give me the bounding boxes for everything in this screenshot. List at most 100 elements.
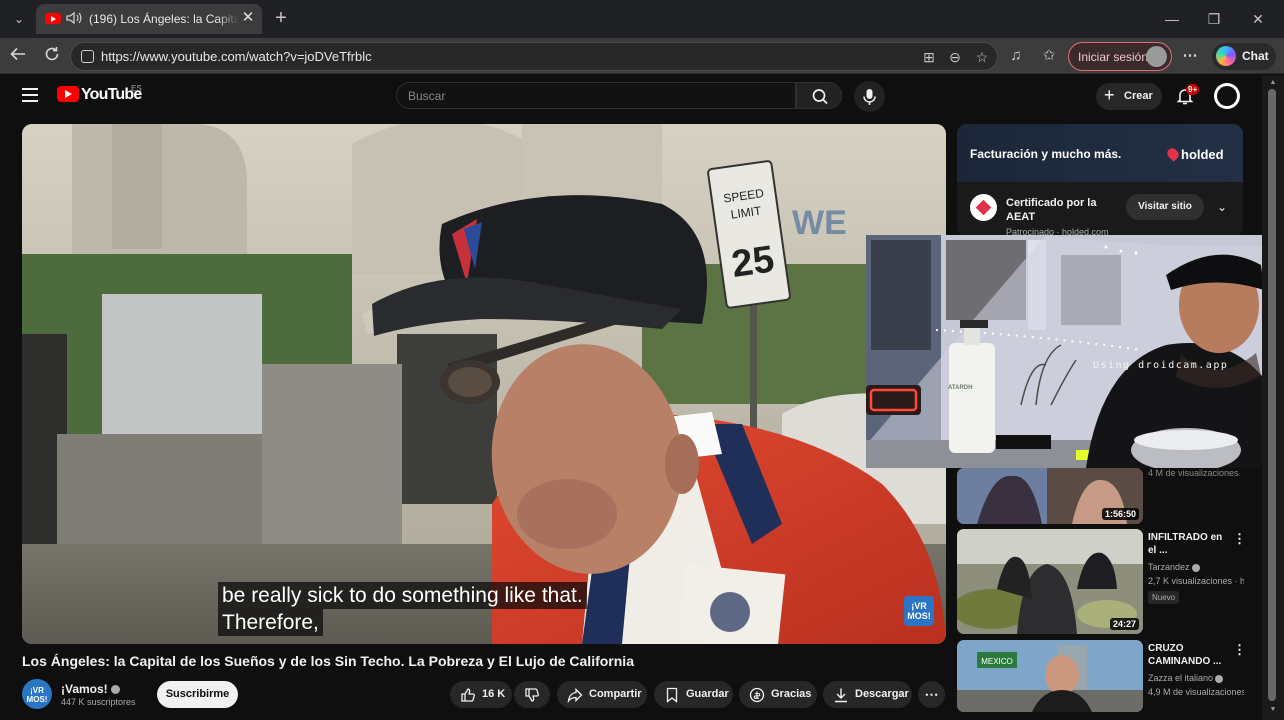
account-avatar[interactable] (1214, 83, 1240, 109)
video-player[interactable]: SPEED LIMIT 25 WE be really sick to do s… (22, 124, 946, 644)
search-input[interactable]: Buscar (396, 82, 796, 109)
page-scrollbar[interactable]: ▲ ▼ (1262, 75, 1284, 720)
voice-search-button[interactable] (854, 81, 885, 112)
address-bar[interactable]: https://www.youtube.com/watch?v=joDVeTfr… (70, 42, 998, 71)
scroll-down-icon[interactable]: ▼ (1268, 705, 1278, 715)
share-icon (567, 687, 583, 703)
video-frame-image: SPEED LIMIT 25 WE (22, 124, 946, 644)
new-badge: Nuevo (1148, 591, 1180, 604)
channel-avatar[interactable]: ¡VR MOS! (22, 679, 52, 709)
svg-text:WE: WE (792, 204, 847, 242)
favorites-icon[interactable]: ✩ (1039, 46, 1059, 66)
youtube-header: YouTube ES Buscar + Crear 9+ (0, 75, 1262, 119)
media-icon[interactable]: ♫ (1006, 46, 1026, 66)
browser-tab[interactable]: (196) Los Ángeles: la Capital d ✕ (36, 4, 262, 34)
copilot-icon (1216, 46, 1236, 66)
kebab-icon[interactable]: ⋮ (1233, 643, 1246, 657)
recommendation-item[interactable]: MEXICO CRUZO CAMINANDO ... Zazza el ital… (957, 640, 1257, 712)
more-actions-button[interactable]: ⋯ (918, 681, 945, 708)
recommendation-thumbnail[interactable]: 24:27 (957, 529, 1143, 634)
ad-body: Certificado por la AEAT Visitar sitio ⌄ … (957, 182, 1243, 236)
reload-icon[interactable] (41, 45, 63, 67)
like-count: 16 K (482, 688, 506, 700)
subscribe-button[interactable]: Suscribirme (157, 681, 238, 708)
site-info-icon[interactable] (81, 50, 94, 63)
svg-text:25: 25 (729, 238, 777, 285)
more-icon[interactable]: ⋯ (1180, 46, 1200, 66)
search-button[interactable] (796, 82, 842, 109)
kebab-icon[interactable]: ⋮ (1233, 532, 1246, 546)
bookmark-icon (666, 687, 678, 703)
thanks-icon (749, 687, 765, 703)
ad-banner[interactable]: Facturación y mucho más. holded (957, 124, 1243, 182)
search-placeholder: Buscar (408, 89, 446, 103)
create-button[interactable]: + Crear (1096, 83, 1162, 110)
verified-icon (1191, 563, 1200, 572)
copilot-chat-button[interactable]: Chat (1212, 43, 1276, 70)
tab-list-icon[interactable]: ⌄ (8, 9, 30, 29)
ad-card[interactable]: Facturación y mucho más. holded Certific… (957, 124, 1243, 236)
new-tab-button[interactable]: + (270, 8, 292, 30)
back-arrow-icon[interactable] (7, 45, 29, 67)
country-code: ES (131, 84, 142, 93)
chevron-down-icon[interactable]: ⌄ (1213, 198, 1231, 216)
youtube-favicon-icon (45, 13, 61, 24)
ad-title[interactable]: Certificado por la AEAT (1006, 196, 1116, 224)
dislike-button[interactable] (514, 681, 550, 708)
advertiser-logo-icon[interactable] (970, 194, 997, 221)
save-button[interactable]: Guardar (654, 681, 733, 708)
channel-name-text: ¡Vamos! (61, 682, 108, 696)
signin-label: Iniciar sesión (1078, 50, 1149, 64)
recommendation-channel-text: Zazza el italiano (1148, 673, 1214, 683)
webcam-feed-image (866, 235, 1284, 468)
star-icon[interactable]: ☆ (973, 48, 991, 66)
video-duration: 24:27 (1109, 618, 1139, 630)
bottle-label: ATARDH (948, 385, 973, 391)
thumbs-down-icon (525, 688, 539, 702)
notifications-button[interactable]: 9+ (1175, 84, 1200, 106)
thumbs-up-icon (461, 688, 475, 702)
tab-close-icon[interactable]: ✕ (240, 10, 256, 26)
verified-icon (110, 685, 120, 695)
minimize-button[interactable]: — (1160, 8, 1184, 30)
share-label: Compartir (589, 688, 642, 700)
url-text[interactable]: https://www.youtube.com/watch?v=joDVeTfr… (101, 49, 372, 64)
svg-text:MEXICO: MEXICO (981, 657, 1013, 666)
webcam-overlay: ATARDH Using droidcam.app (866, 235, 1284, 468)
maximize-button[interactable]: ❐ (1202, 8, 1226, 30)
thanks-button[interactable]: Gracias (739, 681, 817, 708)
browser-toolbar: https://www.youtube.com/watch?v=joDVeTfr… (0, 38, 1284, 74)
scroll-up-icon[interactable]: ▲ (1268, 78, 1278, 88)
hamburger-icon[interactable] (22, 88, 38, 102)
recommendation-item[interactable]: 1:56:50 4 M de visualizaciones (957, 468, 1257, 528)
zoom-icon[interactable]: ⊖ (946, 48, 964, 66)
subscriber-count: 447 K suscriptores (61, 697, 136, 707)
recommendation-item[interactable]: 24:27 INFILTRADO en el ... Tarzandez 2,7… (957, 529, 1257, 634)
subtitle-line-2: Therefore, (218, 609, 323, 636)
recommendation-title[interactable]: INFILTRADO en el ... (1148, 531, 1228, 557)
speaker-icon[interactable] (66, 11, 84, 27)
profile-avatar-icon (1146, 46, 1167, 67)
share-button[interactable]: Compartir (557, 681, 647, 708)
chat-label: Chat (1242, 49, 1269, 63)
recommendation-channel[interactable]: Zazza el italiano (1148, 673, 1224, 683)
recommendation-channel-text: Tarzandez (1148, 562, 1190, 572)
signin-button[interactable]: Iniciar sesión (1068, 42, 1172, 71)
scrollbar-thumb[interactable] (1268, 89, 1276, 701)
channel-name[interactable]: ¡Vamos! (61, 682, 120, 696)
youtube-logo-icon[interactable] (57, 86, 79, 102)
visit-site-button[interactable]: Visitar sitio (1126, 194, 1204, 220)
recommendation-channel[interactable]: Tarzandez (1148, 562, 1200, 572)
plus-icon: + (1104, 85, 1115, 105)
like-button[interactable]: 16 K (450, 681, 512, 708)
channel-watermark[interactable]: ¡VR MOS! (904, 596, 934, 626)
holded-logo-icon (1165, 146, 1181, 162)
video-title: Los Ángeles: la Capital de los Sueños y … (22, 653, 634, 669)
app-grid-icon[interactable]: ⊞ (920, 48, 938, 66)
download-button[interactable]: Descargar (823, 681, 912, 708)
recommendation-thumbnail[interactable]: 1:56:50 (957, 468, 1143, 524)
close-window-button[interactable]: ✕ (1246, 8, 1270, 30)
recommendation-title[interactable]: CRUZO CAMINANDO ... (1148, 642, 1228, 668)
download-icon (835, 688, 847, 703)
recommendation-thumbnail[interactable]: MEXICO (957, 640, 1143, 712)
